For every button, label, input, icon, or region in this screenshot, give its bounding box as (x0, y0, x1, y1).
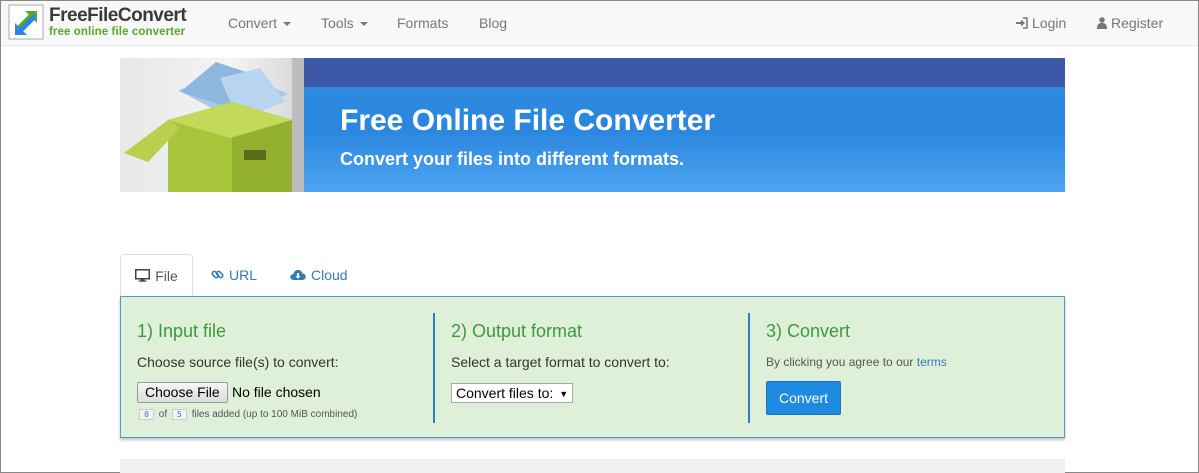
nav-tools[interactable]: Tools (321, 1, 368, 45)
output-format-select[interactable]: Convert files to: ▼ (451, 383, 574, 403)
sign-in-icon (1016, 17, 1028, 29)
nav-formats[interactable]: Formats (397, 1, 448, 45)
banner-subtitle: Convert your files into different format… (340, 149, 685, 169)
hero-banner: Free Online File Converter Convert your … (120, 58, 1065, 192)
nav-register-label: Register (1111, 15, 1164, 31)
user-icon (1097, 16, 1107, 29)
tab-url[interactable]: URL (211, 254, 257, 296)
monitor-icon (135, 269, 151, 282)
files-of-text: of (158, 409, 168, 420)
choose-file-button[interactable]: Choose File (137, 382, 228, 403)
tab-file-label: File (155, 268, 178, 284)
terms-link[interactable]: terms (917, 355, 947, 369)
caret-down-icon (283, 22, 292, 27)
files-limit-text: files added (up to 100 MiB combined) (191, 409, 358, 420)
agree-text: By clicking you agree to our (766, 355, 914, 369)
nav-login-label: Login (1032, 15, 1067, 31)
output-format-value: Convert files to: (456, 385, 554, 401)
terms-agreement: By clicking you agree to our terms (766, 355, 947, 369)
tab-cloud[interactable]: Cloud (290, 254, 348, 296)
nav-formats-label: Formats (397, 15, 449, 31)
site-logo[interactable]: FreeFileConvert free online file convert… (8, 4, 190, 42)
cloud-download-icon (290, 269, 306, 280)
source-tabs: File URL Cloud (120, 254, 1065, 297)
step-output-title: 2) Output format (451, 321, 583, 341)
no-file-chosen-text: No file chosen (232, 384, 321, 400)
step-input-file: 1) Input file Choose source file(s) to c… (121, 297, 434, 437)
logo-title: FreeFileConvert (49, 5, 187, 26)
nav-convert[interactable]: Convert (228, 1, 292, 45)
dropdown-arrow-icon: ▼ (559, 389, 569, 400)
step-output-description: Select a target format to convert to: (451, 354, 670, 370)
nav-register[interactable]: Register (1097, 1, 1163, 45)
step-convert-title: 3) Convert (766, 321, 851, 341)
step-output-format: 2) Output format Select a target format … (435, 297, 748, 437)
nav-convert-label: Convert (228, 15, 278, 31)
nav-login[interactable]: Login (1015, 1, 1066, 45)
tab-cloud-label: Cloud (311, 267, 348, 283)
nav-blog[interactable]: Blog (479, 1, 507, 45)
link-icon (211, 270, 224, 279)
top-navbar: FreeFileConvert free online file convert… (1, 1, 1198, 46)
nav-tools-label: Tools (321, 15, 354, 31)
tab-url-label: URL (229, 267, 258, 283)
banner-top-band (304, 58, 1065, 87)
conversion-panel: 1) Input file Choose source file(s) to c… (120, 296, 1065, 438)
convert-button[interactable]: Convert (766, 381, 841, 415)
banner-blue-area (304, 87, 1065, 192)
banner-box-illustration (120, 58, 304, 192)
logo-tagline: free online file converter (49, 26, 186, 38)
files-added-count: 0 (139, 409, 154, 420)
step-convert: 3) Convert By clicking you agree to our … (750, 297, 1064, 437)
nav-blog-label: Blog (479, 15, 508, 31)
tab-file[interactable]: File (120, 254, 193, 297)
step-input-title: 1) Input file (137, 321, 227, 341)
max-files-count: 5 (171, 409, 187, 420)
content-footer-strip (120, 459, 1065, 473)
banner-title: Free Online File Converter (340, 104, 716, 137)
caret-down-icon (359, 22, 368, 27)
logo-icon (8, 4, 44, 40)
files-added-counter: 0 of 5 files added (up to 100 MiB combin… (137, 409, 357, 420)
step-input-description: Choose source file(s) to convert: (137, 354, 339, 370)
